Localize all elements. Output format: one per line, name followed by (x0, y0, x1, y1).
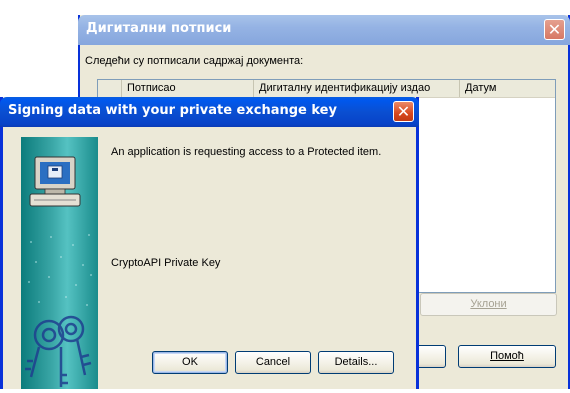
list-header: Потписао Дигиталну идентификацију издао … (98, 80, 555, 98)
side-panel-art (25, 156, 92, 387)
request-message: An application is requesting access to a… (111, 146, 382, 158)
column-header-icon[interactable] (98, 80, 122, 97)
title-bar: Дигитални потписи ✕ (78, 15, 570, 45)
column-header-date[interactable]: Датум (460, 80, 555, 97)
decorative-side-panel (21, 137, 98, 389)
close-button[interactable]: ✕ (393, 101, 414, 122)
signing-data-dialog: Signing data with your private exchange … (0, 97, 419, 389)
keys-icon (25, 315, 92, 387)
ok-button[interactable]: OK (152, 351, 228, 374)
protected-item-name: CryptoAPI Private Key (111, 257, 221, 269)
column-header-signer[interactable]: Потписао (122, 80, 254, 97)
close-button[interactable]: ✕ (544, 19, 565, 40)
remove-button-label: Уклони (470, 298, 507, 310)
close-icon: ✕ (547, 20, 562, 39)
title-bar: Signing data with your private exchange … (0, 97, 419, 127)
signers-label: Следећи су потписали садржај документа: (85, 55, 304, 67)
window-title: Дигитални потписи (86, 21, 232, 36)
help-button-label: Помоћ (490, 350, 524, 362)
column-header-issuer[interactable]: Дигиталну идентификацију издао (254, 80, 460, 97)
close-icon: ✕ (396, 102, 411, 121)
cancel-button[interactable]: Cancel (235, 351, 311, 374)
help-button[interactable]: Помоћ (458, 345, 556, 368)
computer-icon (29, 156, 81, 207)
window-title: Signing data with your private exchange … (8, 103, 337, 118)
remove-button[interactable]: Уклони (420, 293, 557, 316)
details-button[interactable]: Details... (318, 351, 394, 374)
